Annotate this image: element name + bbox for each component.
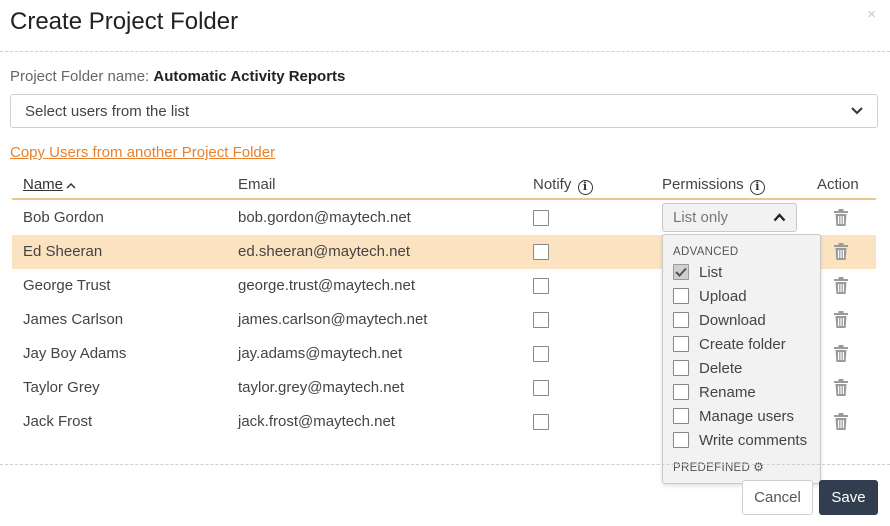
trash-icon[interactable]: [834, 209, 848, 226]
permission-option[interactable]: List: [673, 263, 722, 281]
user-name: Ed Sheeran: [23, 243, 103, 260]
notify-checkbox[interactable]: [533, 278, 549, 294]
permission-option[interactable]: Write comments: [673, 431, 807, 449]
permission-option[interactable]: Manage users: [673, 407, 794, 425]
permission-label: Rename: [699, 383, 756, 401]
info-icon[interactable]: i: [577, 180, 593, 195]
folder-name-line: Project Folder name: Automatic Activity …: [10, 68, 345, 85]
permission-label: Manage users: [699, 407, 795, 425]
checkmark-icon: [675, 267, 687, 277]
permission-checkbox[interactable]: [673, 312, 689, 328]
permission-checkbox[interactable]: [673, 360, 689, 376]
permission-checkbox[interactable]: [673, 288, 689, 304]
notify-checkbox[interactable]: [533, 380, 549, 396]
permission-checkbox[interactable]: [673, 336, 689, 352]
folder-name-label: Project Folder name:: [10, 68, 150, 85]
permission-option[interactable]: Delete: [673, 359, 742, 377]
permission-checkbox[interactable]: [673, 408, 689, 424]
user-email: taylor.grey@maytech.net: [238, 379, 405, 396]
column-header-email: Email: [238, 176, 276, 193]
permission-label: Download: [699, 311, 766, 329]
column-header-permissions: Permissions i: [662, 176, 765, 195]
table-header: Name Email Notify i Permissions i Action: [12, 172, 876, 200]
notify-checkbox[interactable]: [533, 414, 549, 430]
permission-checkbox[interactable]: [673, 432, 689, 448]
cancel-button[interactable]: Cancel: [742, 480, 813, 515]
chevron-up-icon: [773, 213, 786, 222]
user-email: james.carlson@maytech.net: [238, 311, 428, 328]
trash-icon[interactable]: [834, 277, 848, 294]
user-name: Bob Gordon: [23, 209, 104, 226]
permission-option[interactable]: Download: [673, 311, 766, 329]
permission-option[interactable]: Upload: [673, 287, 747, 305]
trash-icon[interactable]: [834, 413, 848, 430]
chevron-down-icon: [851, 107, 863, 115]
select-users-dropdown[interactable]: Select users from the list: [10, 94, 878, 128]
folder-name-value: Automatic Activity Reports: [153, 68, 346, 85]
user-name: Jack Frost: [23, 413, 93, 430]
save-button[interactable]: Save: [819, 480, 878, 515]
permission-label: List: [699, 263, 723, 281]
column-header-name[interactable]: Name: [23, 176, 76, 193]
permission-option[interactable]: Create folder: [673, 335, 786, 353]
notify-checkbox[interactable]: [533, 244, 549, 260]
permission-option[interactable]: Rename: [673, 383, 756, 401]
select-users-placeholder: Select users from the list: [25, 102, 190, 120]
header-divider: [0, 51, 890, 52]
trash-icon[interactable]: [834, 311, 848, 328]
permission-label: Delete: [699, 359, 743, 377]
user-email: jack.frost@maytech.net: [238, 413, 395, 430]
modal-title: Create Project Folder: [10, 8, 239, 35]
notify-checkbox[interactable]: [533, 346, 549, 362]
sort-up-icon: [66, 182, 76, 189]
trash-icon[interactable]: [834, 379, 848, 396]
column-header-notify: Notify i: [533, 176, 593, 195]
footer-divider: [0, 464, 890, 465]
permission-label: Upload: [699, 287, 747, 305]
user-email: george.trust@maytech.net: [238, 277, 415, 294]
predefined-heading[interactable]: PREDEFINED ⚙: [673, 460, 764, 474]
permission-checkbox[interactable]: [673, 264, 689, 280]
info-icon[interactable]: i: [749, 180, 765, 195]
trash-icon[interactable]: [834, 345, 848, 362]
user-name: Jay Boy Adams: [23, 345, 127, 362]
permissions-select[interactable]: List only: [662, 203, 797, 232]
user-email: bob.gordon@maytech.net: [238, 209, 411, 226]
user-name: George Trust: [23, 277, 111, 294]
copy-users-link[interactable]: Copy Users from another Project Folder: [10, 144, 275, 161]
close-icon[interactable]: ×: [867, 6, 876, 23]
permissions-selected-value: List only: [673, 209, 729, 226]
trash-icon[interactable]: [834, 243, 848, 260]
column-header-action: Action: [817, 176, 859, 193]
notify-checkbox[interactable]: [533, 312, 549, 328]
gear-icon: ⚙: [753, 460, 765, 474]
permission-checkbox[interactable]: [673, 384, 689, 400]
permission-label: Create folder: [699, 335, 786, 353]
notify-checkbox[interactable]: [533, 210, 549, 226]
user-name: James Carlson: [23, 311, 124, 328]
user-email: jay.adams@maytech.net: [238, 345, 403, 362]
user-email: ed.sheeran@maytech.net: [238, 243, 410, 260]
permission-label: Write comments: [699, 431, 808, 449]
advanced-heading: ADVANCED: [673, 246, 739, 258]
permissions-dropdown: ADVANCED List Upload Download Create folder…: [662, 234, 821, 484]
user-name: Taylor Grey: [23, 379, 100, 396]
